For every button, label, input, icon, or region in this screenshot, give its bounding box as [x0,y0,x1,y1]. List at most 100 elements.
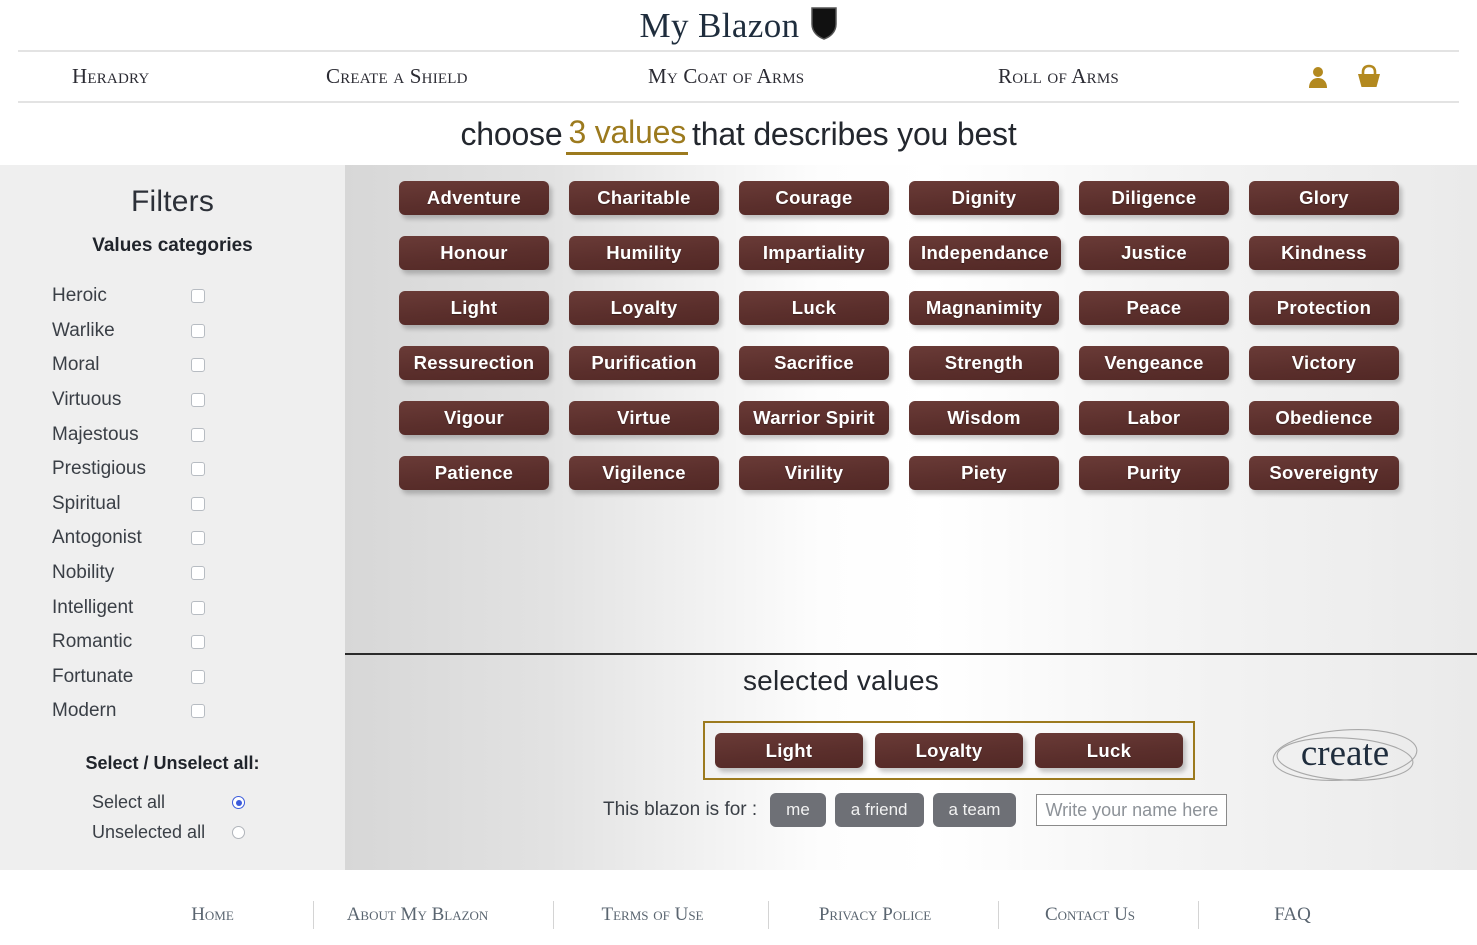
value-button[interactable]: Sovereignty [1249,456,1399,490]
selected-value-button[interactable]: Luck [1035,733,1183,768]
filter-row[interactable]: Moral [52,348,293,383]
filter-checkbox[interactable] [191,496,205,511]
selected-value-button[interactable]: Loyalty [875,733,1023,768]
value-button[interactable]: Diligence [1079,181,1229,215]
value-cell: Loyalty [569,291,739,346]
filter-checkbox[interactable] [191,566,205,581]
filter-row[interactable]: Majestous [52,417,293,452]
value-button[interactable]: Protection [1249,291,1399,325]
selected-values-area: selected values Light Loyalty Luck create … [345,655,1477,870]
value-button[interactable]: Patience [399,456,549,490]
value-button[interactable]: Victory [1249,346,1399,380]
page-title: choose 3 values that describes you best [0,103,1477,165]
value-button[interactable]: Humility [569,236,719,270]
value-cell: Magnanimity [909,291,1079,346]
filter-row[interactable]: Heroic [52,279,293,314]
footer-link[interactable]: FAQ [1195,904,1390,926]
body-wrapper: Filters Values categories Heroic Warlike M… [0,165,1477,870]
filter-checkbox[interactable] [191,393,205,408]
value-cell: Glory [1249,181,1419,236]
filter-row[interactable]: Intelligent [52,590,293,625]
value-button[interactable]: Strength [909,346,1059,380]
value-button[interactable]: Luck [739,291,889,325]
filter-row[interactable]: Modern [52,694,293,729]
value-button[interactable]: Loyalty [569,291,719,325]
filter-checkbox[interactable] [191,427,205,442]
value-cell: Purity [1079,456,1249,511]
value-button[interactable]: Sacrifice [739,346,889,380]
value-button[interactable]: Dignity [909,181,1059,215]
value-button[interactable]: Charitable [569,181,719,215]
name-input[interactable] [1036,794,1228,826]
basket-icon[interactable] [1355,64,1383,89]
value-button[interactable]: Purity [1079,456,1229,490]
filter-checkbox[interactable] [191,635,205,650]
nav-item-create-a-shield[interactable]: Create a Shield [326,64,468,89]
filter-row[interactable]: Nobility [52,556,293,591]
create-button[interactable]: create [1250,710,1440,805]
value-button[interactable]: Impartiality [739,236,889,270]
value-button[interactable]: Warrior Spirit [739,401,889,435]
value-button[interactable]: Vengeance [1079,346,1229,380]
unselect-all-radio[interactable] [232,826,245,840]
value-button[interactable]: Magnanimity [909,291,1059,325]
filter-row[interactable]: Spiritual [52,487,293,522]
footer-link[interactable]: Contact Us [990,904,1190,926]
value-button[interactable]: Purification [569,346,719,380]
footer-link[interactable]: Terms of Use [545,904,760,926]
footer-link[interactable]: About My Blazon [290,904,545,926]
create-label[interactable]: create [1250,732,1440,775]
value-button[interactable]: Obedience [1249,401,1399,435]
filter-checkbox[interactable] [191,323,205,338]
select-all-radio[interactable] [232,796,245,810]
page-title-after: that describes you best [692,115,1017,152]
nav-item-roll-of-arms[interactable]: Roll of Arms [998,64,1119,89]
value-button[interactable]: Glory [1249,181,1399,215]
value-button[interactable]: Vigour [399,401,549,435]
filter-row[interactable]: Prestigious [52,452,293,487]
value-cell: Peace [1079,291,1249,346]
footer-link[interactable]: Home [120,904,305,926]
value-button[interactable]: Justice [1079,236,1229,270]
filter-checkbox[interactable] [191,358,205,373]
filter-checkbox[interactable] [191,704,205,719]
filter-label: Majestous [52,423,139,445]
value-button[interactable]: Light [399,291,549,325]
blazon-for-me-button[interactable]: me [770,793,826,827]
blazon-for-a-friend-button[interactable]: a friend [834,793,924,827]
filter-row[interactable]: Antogonist [52,521,293,556]
select-all-row[interactable]: Select all [0,788,345,818]
value-button[interactable]: Virility [739,456,889,490]
value-button[interactable]: Courage [739,181,889,215]
value-button[interactable]: Kindness [1249,236,1399,270]
filter-label: Nobility [52,562,115,584]
filter-row[interactable]: Romantic [52,625,293,660]
value-button[interactable]: Adventure [399,181,549,215]
filter-label: Prestigious [52,458,146,480]
value-button[interactable]: Wisdom [909,401,1059,435]
value-button[interactable]: Vigilence [569,456,719,490]
value-button[interactable]: Ressurection [399,346,549,380]
filter-checkbox[interactable] [191,600,205,615]
filter-row[interactable]: Virtuous [52,383,293,418]
value-button[interactable]: Piety [909,456,1059,490]
shield-icon [810,6,838,45]
value-button[interactable]: Independance [909,236,1061,270]
nav-item-my-coat-of-arms[interactable]: My Coat of Arms [648,64,804,89]
filter-checkbox[interactable] [191,462,205,477]
value-button[interactable]: Peace [1079,291,1229,325]
filter-checkbox[interactable] [191,669,205,684]
user-icon[interactable] [1306,65,1330,89]
filter-checkbox[interactable] [191,289,205,304]
value-button[interactable]: Virtue [569,401,719,435]
filter-row[interactable]: Warlike [52,314,293,349]
unselect-all-row[interactable]: Unselected all [0,818,345,848]
blazon-for-a-team-button[interactable]: a team [932,793,1017,827]
value-button[interactable]: Honour [399,236,549,270]
filter-checkbox[interactable] [191,531,205,546]
value-button[interactable]: Labor [1079,401,1229,435]
value-cell: Humility [569,236,739,291]
selected-value-button[interactable]: Light [715,733,863,768]
nav-item-heradry[interactable]: Heradry [72,64,149,89]
footer-link[interactable]: Privacy Police [760,904,990,926]
